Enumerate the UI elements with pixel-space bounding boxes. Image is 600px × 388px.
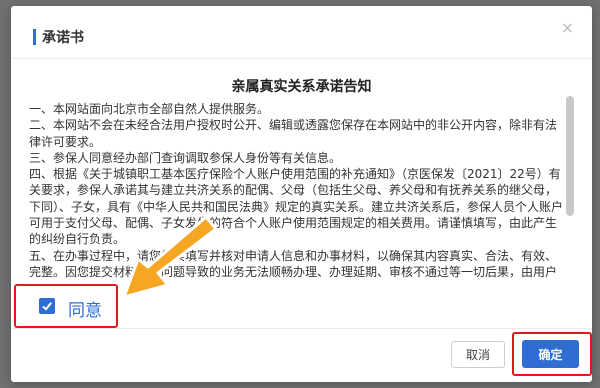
agree-label[interactable]: 同意 <box>68 296 102 321</box>
clause-2: 二、本网站不会在未经合法用户授权时公开、编辑或透露您保存在本网站中的非公开内容，… <box>29 118 558 149</box>
checkmark-icon <box>42 302 52 311</box>
header-divider <box>11 58 592 59</box>
clause-3: 三、参保人同意经办部门查询调取参保人身份等有关信息。 <box>29 150 342 165</box>
document-scrollbar[interactable] <box>566 96 574 216</box>
footer-divider <box>11 328 592 329</box>
confirm-highlight-box: 确定 <box>512 332 592 376</box>
confirm-button[interactable]: 确定 <box>522 340 579 368</box>
document-body[interactable]: 一、本网站面向北京市全部自然人提供服务。 二、本网站不会在未经合法用户授权时公开… <box>29 101 563 279</box>
pointer-arrow-icon <box>122 215 218 299</box>
clause-5: 五、在办事过程中，请您如实填写并核对申请人信息和办事材料，以确保其内容真实、合法… <box>29 248 558 279</box>
agree-highlight-box: 同意 <box>14 284 118 328</box>
dialog-header: 承诺书 × <box>11 6 592 58</box>
clause-1: 一、本网站面向北京市全部自然人提供服务。 <box>29 102 270 116</box>
clause-4: 四、根据《关于城镇职工基本医疗保险个人账户使用范围的补充通知》（京医保发〔202… <box>29 167 563 247</box>
dialog-title: 承诺书 <box>42 30 84 46</box>
document-title: 亲属真实关系承诺告知 <box>231 79 372 95</box>
agree-checkbox[interactable] <box>39 298 55 314</box>
title-accent-bar <box>33 29 36 45</box>
cancel-button[interactable]: 取消 <box>451 341 505 368</box>
close-icon[interactable]: × <box>561 18 574 37</box>
